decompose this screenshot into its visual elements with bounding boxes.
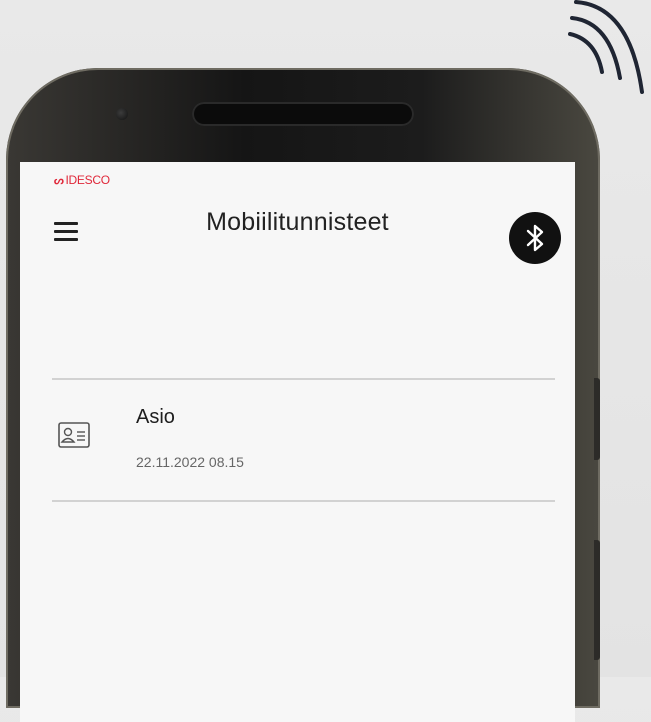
- credential-date: 22.11.2022 08.15: [136, 454, 244, 470]
- credential-list-item[interactable]: Asio 22.11.2022 08.15: [52, 382, 555, 502]
- phone-frame: ᔕ IDESCO Mobiilitunnisteet Asio 22.11.20: [6, 68, 600, 722]
- divider-top: [52, 378, 555, 380]
- page-title: Mobiilitunnisteet: [206, 208, 389, 236]
- divider-bottom: [52, 500, 555, 502]
- phone-side-button: [594, 378, 600, 460]
- brand-mark-icon: ᔕ: [54, 174, 64, 187]
- brand-logo: ᔕ IDESCO: [54, 173, 110, 187]
- brand-name: IDESCO: [65, 173, 111, 187]
- id-card-icon: [58, 422, 90, 448]
- bluetooth-icon: [526, 224, 544, 252]
- phone-side-button-lower: [594, 540, 600, 660]
- front-camera: [116, 108, 128, 120]
- earpiece-speaker: [192, 102, 414, 126]
- app-screen: ᔕ IDESCO Mobiilitunnisteet Asio 22.11.20: [20, 162, 575, 722]
- credential-name: Asio: [136, 406, 175, 428]
- bluetooth-button[interactable]: [509, 212, 561, 264]
